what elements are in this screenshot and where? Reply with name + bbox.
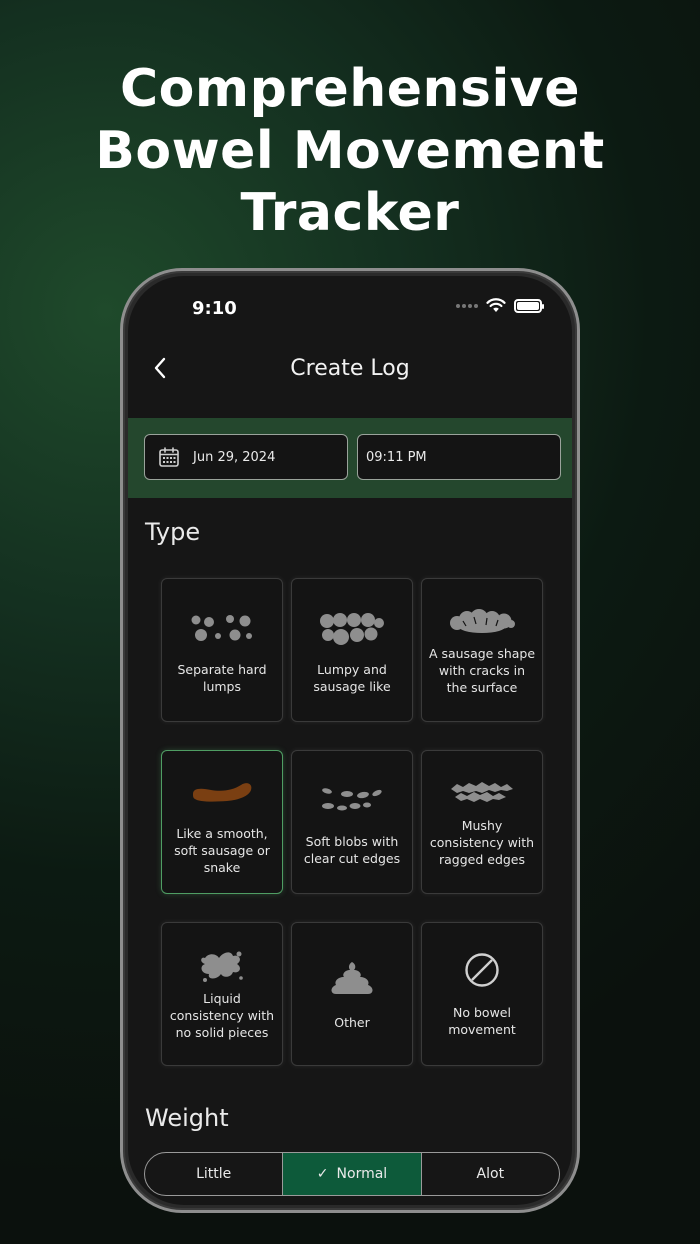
headline-line-1: Comprehensive [120, 59, 580, 119]
type-option-label: A sausage shape with cracks in the surfa… [428, 645, 536, 695]
poop-icon [331, 961, 373, 994]
type-option-soft-blobs[interactable]: Soft blobs with clear cut edges [291, 750, 413, 894]
time-value: 09:11 PM [366, 449, 427, 465]
marketing-headline: Comprehensive Bowel Movement Tracker [0, 58, 700, 244]
datetime-bar: Jun 29, 2024 09:11 PM [128, 418, 572, 498]
weight-segmented-control: Little ✓ Normal Alot [144, 1152, 560, 1196]
type-option-label: Mushy consistency with ragged edges [429, 817, 535, 867]
type-option-label: Other [334, 1014, 370, 1030]
weight-option-alot[interactable]: Alot [420, 1153, 559, 1195]
smooth-sausage-icon [193, 782, 252, 802]
no-symbol-icon [465, 953, 499, 987]
cellular-signal-icon [456, 303, 478, 308]
type-option-label: Lumpy and sausage like [313, 662, 391, 694]
status-time: 9:10 [192, 298, 237, 319]
type-option-mushy[interactable]: Mushy consistency with ragged edges [421, 750, 543, 894]
cracked-sausage-icon [450, 608, 515, 633]
type-option-label: No bowel movement [448, 1005, 516, 1037]
type-option-cracked-sausage[interactable]: A sausage shape with cracks in the surfa… [421, 578, 543, 722]
app-screen: 9:10 Create Log Jun 29, 2024 09:11 PM Ty… [128, 276, 572, 1205]
type-section-title: Type [145, 518, 201, 546]
page-title: Create Log [290, 356, 410, 381]
time-field[interactable]: 09:11 PM [357, 434, 561, 480]
calendar-icon [159, 447, 179, 467]
battery-icon [514, 298, 544, 313]
date-field[interactable]: Jun 29, 2024 [144, 434, 348, 480]
weight-option-label: Little [196, 1166, 232, 1182]
type-option-separate-hard-lumps[interactable]: Separate hard lumps [161, 578, 283, 722]
separate-lumps-icon [191, 615, 252, 641]
type-option-smooth-sausage[interactable]: Like a smooth, soft sausage or snake [161, 750, 283, 894]
weight-option-little[interactable]: Little [145, 1153, 282, 1195]
checkmark-icon: ✓ [316, 1166, 329, 1182]
lumpy-sausage-icon [320, 613, 384, 645]
weight-option-normal[interactable]: ✓ Normal [282, 1153, 421, 1195]
type-grid: Separate hard lumps Lumpy and sausage li… [161, 578, 545, 1068]
headline-line-2: Bowel Movement [95, 121, 605, 181]
type-option-no-movement[interactable]: No bowel movement [421, 922, 543, 1066]
type-option-label: Like a smooth, soft sausage or snake [174, 825, 270, 875]
type-option-other[interactable]: Other [291, 922, 413, 1066]
date-value: Jun 29, 2024 [193, 449, 276, 465]
type-option-label: Liquid consistency with no solid pieces [169, 990, 275, 1040]
type-option-liquid[interactable]: Liquid consistency with no solid pieces [161, 922, 283, 1066]
weight-section-title: Weight [145, 1104, 229, 1132]
soft-blobs-icon [322, 788, 382, 811]
type-option-label: Separate hard lumps [177, 662, 267, 694]
headline-line-3: Tracker [240, 183, 460, 243]
weight-option-label: Alot [476, 1166, 505, 1182]
mushy-icon [451, 781, 513, 802]
weight-option-label: Normal [336, 1166, 388, 1182]
type-option-label: Soft blobs with clear cut edges [303, 834, 401, 866]
status-icons [456, 298, 544, 313]
type-option-lumpy-sausage[interactable]: Lumpy and sausage like [291, 578, 413, 722]
phone-frame: 9:10 Create Log Jun 29, 2024 09:11 PM Ty… [120, 268, 580, 1213]
wifi-icon [486, 298, 506, 312]
liquid-splash-icon [201, 951, 243, 982]
